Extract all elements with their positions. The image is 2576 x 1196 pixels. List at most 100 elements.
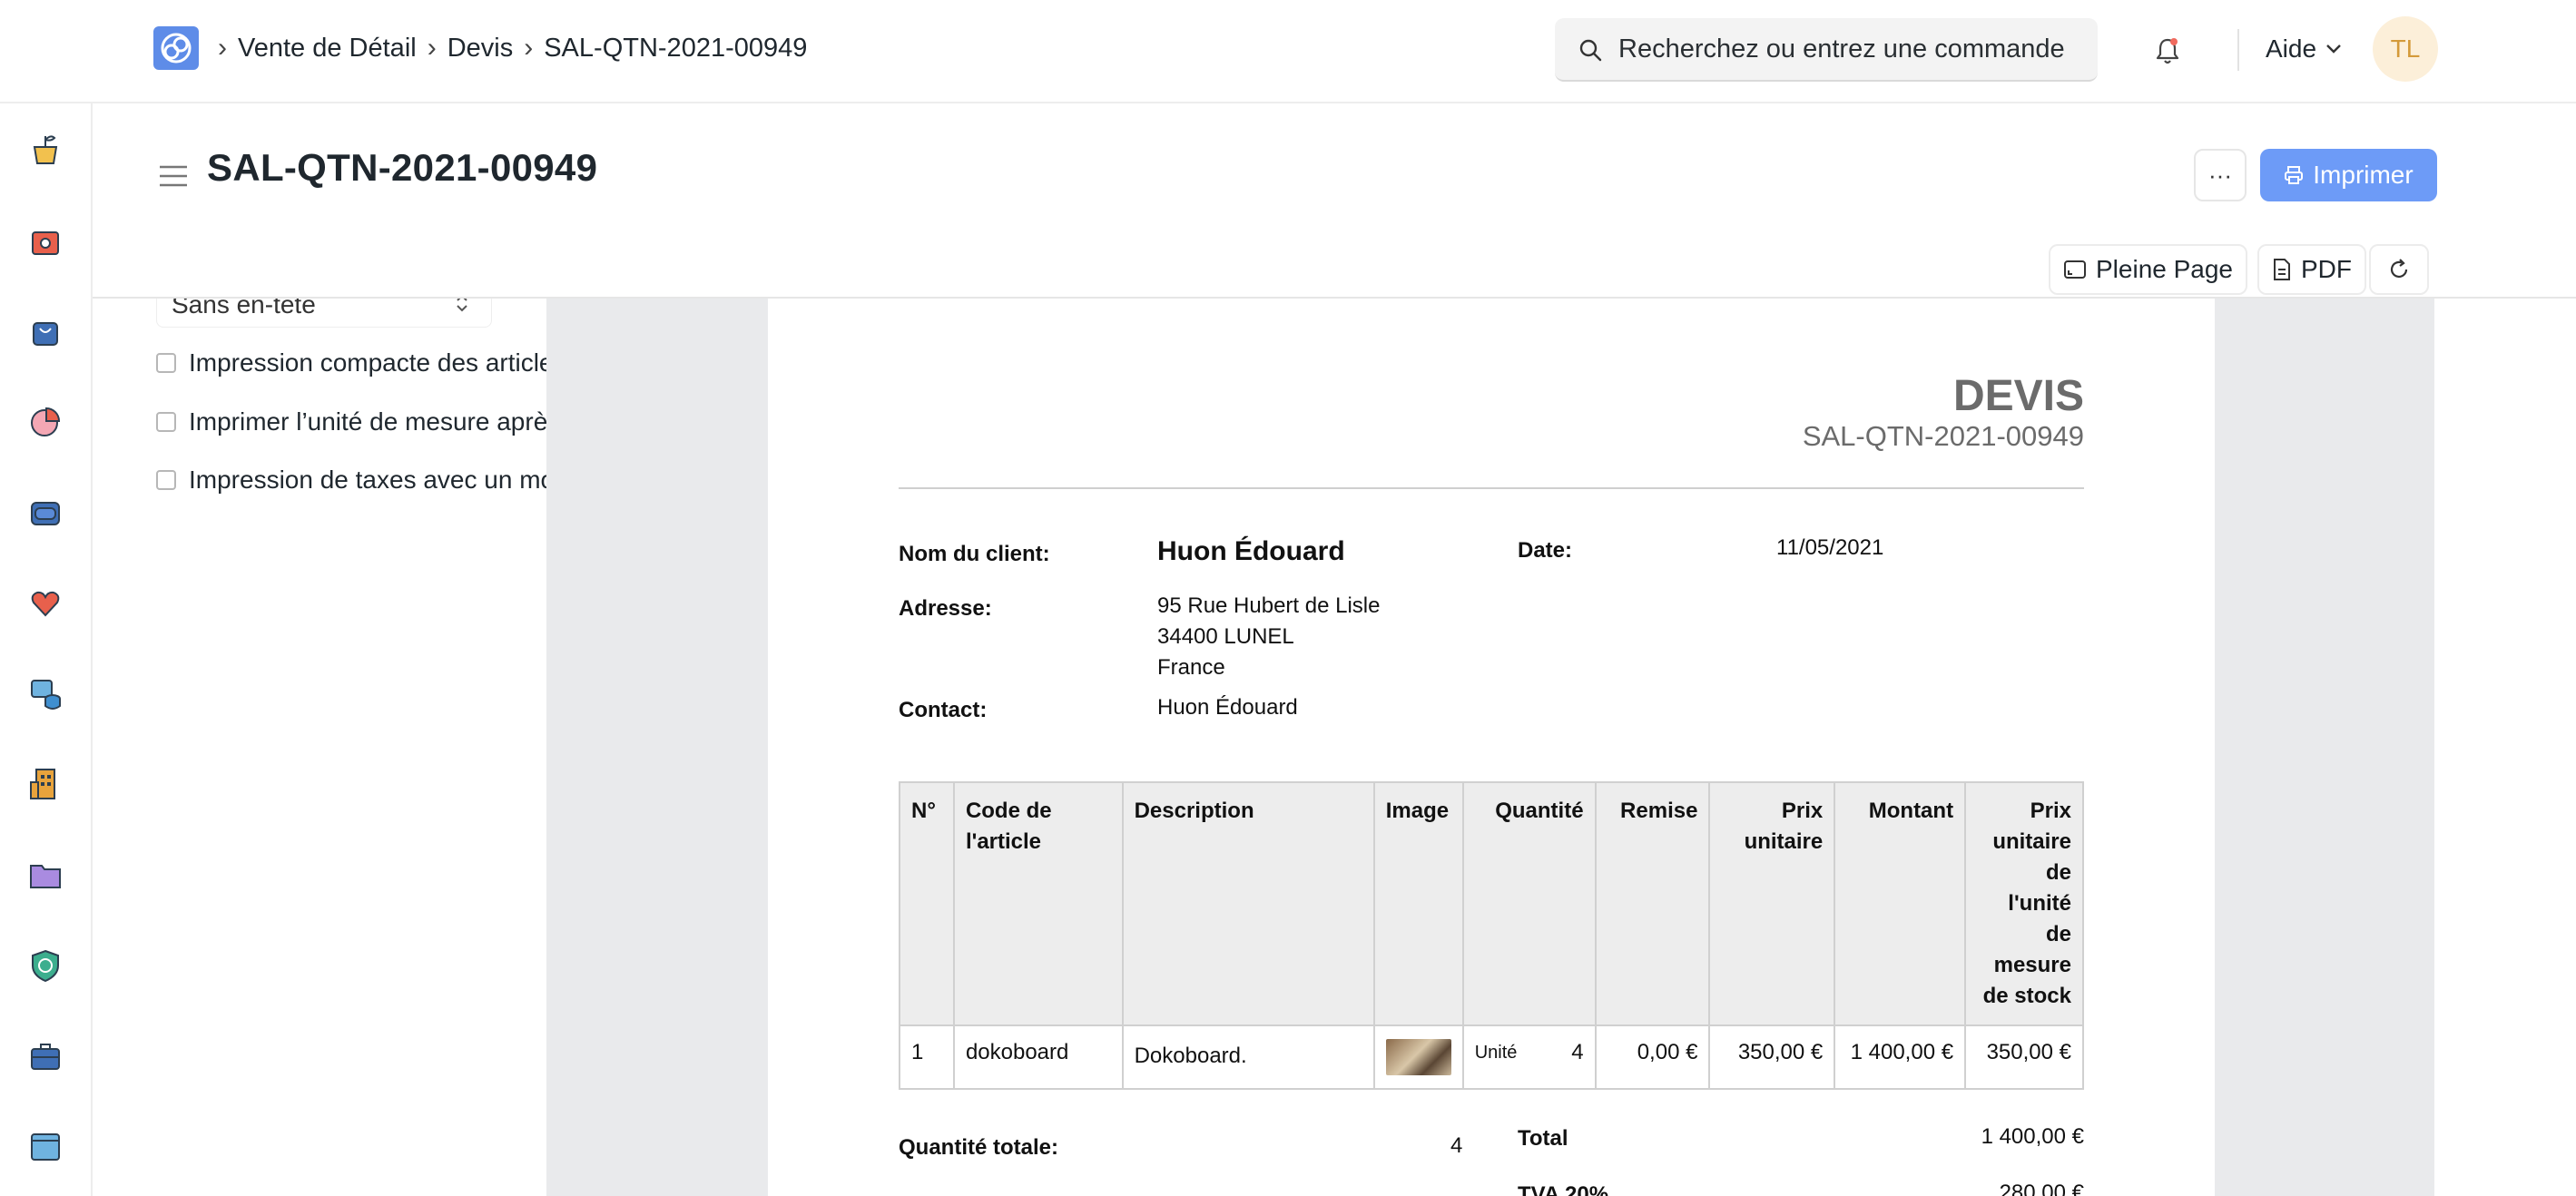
building-icon[interactable] <box>27 766 64 802</box>
more-actions-button[interactable]: ··· <box>2194 149 2247 201</box>
navbar-divider <box>2237 29 2239 71</box>
cell-no: 1 <box>899 1024 955 1090</box>
col-rate: Prix unitaire <box>1708 781 1836 1026</box>
total-value: 1 400,00 € <box>1981 1124 2084 1149</box>
col-stock-rate-line: unitaire <box>1992 829 2071 854</box>
print-preview-page: DEVIS SAL-QTN-2021-00949 Nom du client: … <box>768 299 2215 1196</box>
item-image <box>1385 1039 1451 1075</box>
col-item-code: Code de l'article <box>952 781 1124 1026</box>
uom-after-qty-option[interactable]: Imprimer l’unité de mesure après la quan… <box>156 407 546 436</box>
full-page-label: Pleine Page <box>2096 255 2234 283</box>
col-stock-rate-line: de stock <box>1982 984 2071 1008</box>
full-page-button[interactable]: Pleine Page <box>2049 244 2248 295</box>
cell-qty-value: 4 <box>1571 1040 1584 1064</box>
briefcase-icon[interactable] <box>27 1038 64 1074</box>
table-row: 1 dokoboard Dokoboard. Unité 4 0,00 € 35… <box>899 1024 2084 1090</box>
search-bar[interactable] <box>1555 18 2098 82</box>
col-stock-rate-line: mesure <box>1993 953 2071 977</box>
col-stock-rate-line: l'unité <box>2008 891 2071 916</box>
col-no: N° <box>899 781 955 1026</box>
search-icon <box>1579 39 1602 62</box>
option-label: Imprimer l’unité de mesure après la quan… <box>189 407 546 436</box>
col-discount: Remise <box>1594 781 1711 1026</box>
zero-tax-option[interactable]: Impression de taxes avec un montant nul <box>156 466 546 495</box>
heart-hands-icon[interactable] <box>27 584 64 621</box>
app-logo-icon[interactable] <box>153 26 199 70</box>
breadcrumb: › Vente de Détail › Devis › SAL-QTN-2021… <box>218 33 807 64</box>
page-title: SAL-QTN-2021-00949 <box>207 146 598 189</box>
full-screen-icon <box>2064 260 2086 279</box>
help-label: Aide <box>2266 34 2317 63</box>
col-stock-rate-line: de <box>2045 922 2071 946</box>
col-stock-rate-line: Prix <box>2030 799 2071 823</box>
store-icon[interactable] <box>27 221 64 258</box>
folder-stack-icon[interactable] <box>27 494 64 530</box>
contact-value: Huon Édouard <box>1157 695 1298 720</box>
items-table: N° Code de l'article Description Image Q… <box>899 781 2084 1090</box>
document-number: SAL-QTN-2021-00949 <box>1802 420 2084 452</box>
print-label: Imprimer <box>2313 161 2414 189</box>
cell-discount: 0,00 € <box>1594 1024 1711 1090</box>
total-qty-label: Quantité totale: <box>899 1135 1059 1160</box>
uom-after-qty-checkbox[interactable] <box>156 412 176 432</box>
module-sidebar <box>0 103 93 1196</box>
col-amount: Montant <box>1834 781 1967 1026</box>
page-head: SAL-QTN-2021-00949 ··· Imprimer Pleine P… <box>93 103 2576 299</box>
contact-label: Contact: <box>899 698 988 722</box>
col-description: Description <box>1121 781 1375 1026</box>
cell-description: Dokoboard. <box>1121 1024 1375 1090</box>
col-rate-line: unitaire <box>1744 829 1824 854</box>
print-settings-panel: Sans en-tête Impression compacte des art… <box>93 280 546 1196</box>
col-rate-line: Prix <box>1781 799 1824 823</box>
breadcrumb-doctype[interactable]: Devis <box>447 34 514 64</box>
table-header-row: N° Code de l'article Description Image Q… <box>899 781 2084 1026</box>
breadcrumb-document[interactable]: SAL-QTN-2021-00949 <box>544 34 807 64</box>
refresh-button[interactable] <box>2369 244 2429 295</box>
cell-stock-uom-rate: 350,00 € <box>1964 1024 2084 1090</box>
chevron-right-icon: › <box>218 33 227 63</box>
cell-image <box>1372 1024 1464 1090</box>
printer-icon <box>2285 166 2304 184</box>
vat-label: TVA 20% <box>1518 1182 1609 1196</box>
shield-check-icon[interactable] <box>27 947 64 984</box>
print-button[interactable]: Imprimer <box>2260 149 2437 201</box>
customer-label: Nom du client: <box>899 542 1050 566</box>
search-input[interactable] <box>1618 18 2081 80</box>
option-label: Impression de taxes avec un montant nul <box>189 466 546 494</box>
col-image: Image <box>1372 781 1464 1026</box>
shopping-bag-icon[interactable] <box>27 312 64 348</box>
vat-value: 280,00 € <box>1999 1181 2084 1196</box>
total-qty-value: 4 <box>1450 1133 1463 1158</box>
pdf-button[interactable]: PDF <box>2257 244 2366 295</box>
help-dropdown[interactable]: Aide <box>2266 34 2342 64</box>
header-divider <box>899 487 2084 489</box>
address-line-3: France <box>1157 655 1225 680</box>
database-icon[interactable] <box>27 675 64 711</box>
col-stock-uom-rate: Prix unitaire de l'unité de mesure de st… <box>1964 781 2084 1026</box>
compact-items-checkbox[interactable] <box>156 353 176 373</box>
breadcrumb-module[interactable]: Vente de Détail <box>238 34 417 64</box>
col-stock-rate-line: de <box>2045 860 2071 885</box>
total-label: Total <box>1518 1126 1568 1151</box>
window-icon[interactable] <box>27 1129 64 1165</box>
pdf-label: PDF <box>2301 255 2352 283</box>
sidebar-toggle-icon[interactable] <box>158 163 189 189</box>
cell-uom: Unité <box>1474 1043 1518 1063</box>
cell-rate: 350,00 € <box>1708 1024 1836 1090</box>
col-qty: Quantité <box>1461 781 1597 1026</box>
col-item-code-line: l'article <box>965 829 1042 854</box>
cell-qty: Unité 4 <box>1461 1024 1597 1090</box>
pie-chart-icon[interactable] <box>27 403 64 439</box>
address-label: Adresse: <box>899 596 992 621</box>
customer-name: Huon Édouard <box>1157 536 1345 566</box>
address-line-1: 95 Rue Hubert de Lisle <box>1157 593 1381 618</box>
chevron-down-icon <box>2326 44 2341 54</box>
cell-item-code: dokoboard <box>952 1024 1124 1090</box>
plant-pot-icon[interactable] <box>27 131 64 167</box>
date-value: 11/05/2021 <box>1776 535 1884 560</box>
zero-tax-checkbox[interactable] <box>156 470 176 490</box>
notification-bell-icon[interactable] <box>2154 36 2181 65</box>
folder-icon[interactable] <box>27 857 64 893</box>
compact-items-option[interactable]: Impression compacte des articles <box>156 348 546 377</box>
avatar[interactable]: TL <box>2373 16 2438 82</box>
